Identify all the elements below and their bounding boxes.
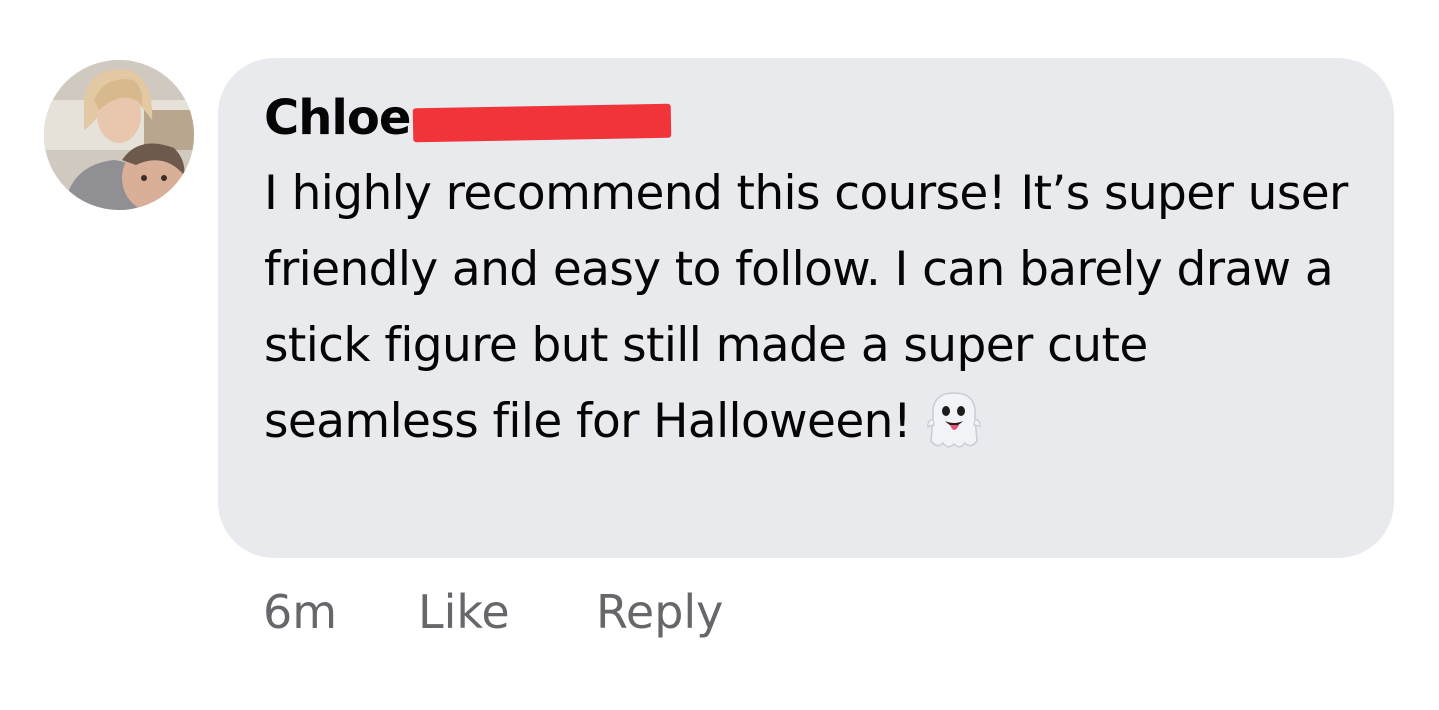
reply-button[interactable]: Reply	[596, 582, 723, 642]
avatar[interactable]	[44, 60, 194, 210]
comment-timestamp[interactable]: 6m	[263, 582, 418, 642]
redaction-bar	[412, 103, 672, 143]
comment-bubble: Chloe I highly recommend this course! It…	[218, 58, 1394, 558]
comment-body: I highly recommend this course! It’s sup…	[264, 166, 1348, 449]
comment-text: I highly recommend this course! It’s sup…	[264, 156, 1354, 460]
like-button[interactable]: Like	[418, 582, 596, 642]
ghost-icon	[925, 389, 983, 451]
comment-actions: 6m Like Reply	[263, 582, 723, 642]
avatar-photo	[44, 60, 194, 210]
comment-author[interactable]: Chloe	[264, 88, 411, 148]
